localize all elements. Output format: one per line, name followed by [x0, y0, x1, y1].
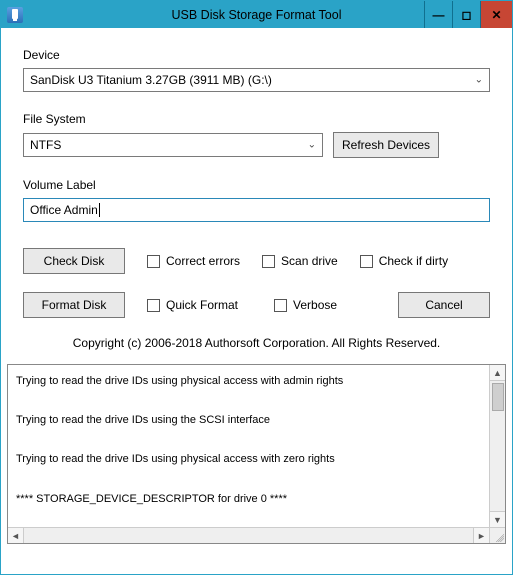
checkbox-box	[262, 255, 275, 268]
device-selected-value: SanDisk U3 Titanium 3.27GB (3911 MB) (G:…	[30, 73, 272, 87]
log-line: **** STORAGE_DEVICE_DESCRIPTOR for drive…	[16, 493, 497, 506]
scroll-up-arrow-icon[interactable]: ▲	[490, 365, 505, 381]
copyright-text: Copyright (c) 2006-2018 Authorsoft Corpo…	[23, 336, 490, 350]
checkbox-box	[147, 255, 160, 268]
verbose-checkbox[interactable]: Verbose	[274, 298, 337, 312]
volume-label: Volume Label	[23, 178, 490, 192]
log-content[interactable]: Trying to read the drive IDs using physi…	[8, 365, 505, 543]
checkbox-box	[147, 299, 160, 312]
scroll-left-arrow-icon[interactable]: ◄	[8, 528, 24, 543]
text-cursor	[99, 203, 100, 217]
titlebar[interactable]: USB Disk Storage Format Tool — ◻ ✕	[1, 1, 512, 28]
filesystem-select[interactable]: NTFS ⌄	[23, 133, 323, 157]
scroll-thumb[interactable]	[492, 383, 504, 411]
correct-errors-checkbox[interactable]: Correct errors	[147, 254, 240, 268]
volume-label-value: Office Admin	[30, 203, 98, 217]
scroll-right-arrow-icon[interactable]: ►	[473, 528, 489, 543]
check-if-dirty-checkbox[interactable]: Check if dirty	[360, 254, 448, 268]
checkbox-box	[360, 255, 373, 268]
cancel-button[interactable]: Cancel	[398, 292, 490, 318]
chevron-down-icon: ⌄	[308, 140, 316, 151]
quick-format-checkbox[interactable]: Quick Format	[147, 298, 238, 312]
checkbox-box	[274, 299, 287, 312]
checkbox-label: Scan drive	[281, 254, 338, 268]
scan-drive-checkbox[interactable]: Scan drive	[262, 254, 338, 268]
log-line: Trying to read the drive IDs using physi…	[16, 375, 497, 388]
log-output: Trying to read the drive IDs using physi…	[7, 364, 506, 544]
horizontal-scrollbar[interactable]: ◄ ►	[8, 527, 489, 543]
format-disk-button[interactable]: Format Disk	[23, 292, 125, 318]
log-line: Trying to read the drive IDs using the S…	[16, 414, 497, 427]
checkbox-label: Check if dirty	[379, 254, 448, 268]
log-line: Trying to read the drive IDs using physi…	[16, 453, 497, 466]
volume-label-input[interactable]: Office Admin	[23, 198, 490, 222]
checkbox-label: Quick Format	[166, 298, 238, 312]
checkbox-label: Correct errors	[166, 254, 240, 268]
scrollbar-corner	[489, 527, 505, 543]
filesystem-label: File System	[23, 112, 490, 126]
resize-grip-icon[interactable]	[494, 532, 504, 542]
scroll-down-arrow-icon[interactable]: ▼	[490, 511, 505, 527]
checkbox-label: Verbose	[293, 298, 337, 312]
refresh-devices-button[interactable]: Refresh Devices	[333, 132, 439, 158]
window-title: USB Disk Storage Format Tool	[1, 8, 512, 22]
filesystem-selected-value: NTFS	[30, 138, 61, 152]
device-label: Device	[23, 48, 490, 62]
device-select[interactable]: SanDisk U3 Titanium 3.27GB (3911 MB) (G:…	[23, 68, 490, 92]
vertical-scrollbar[interactable]: ▲ ▼	[489, 365, 505, 527]
chevron-down-icon: ⌄	[475, 75, 483, 86]
check-disk-button[interactable]: Check Disk	[23, 248, 125, 274]
